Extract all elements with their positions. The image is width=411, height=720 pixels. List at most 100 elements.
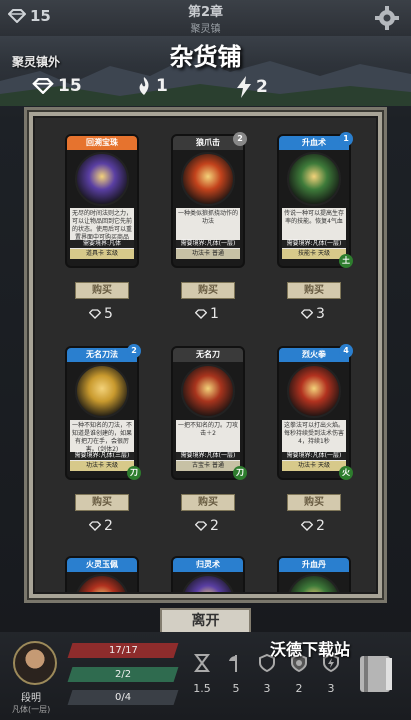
card-type-tag: 道具卡 玄级: [70, 249, 134, 259]
shop-card[interactable]: 烈火拳 这拳法可以打出火焰。每秒持续受到法术伤害4，持续1秒 需要境界:凡体(一层)…: [277, 346, 351, 480]
card-element-badge: 刀: [127, 466, 141, 480]
mp-bar: 2/2: [67, 667, 179, 682]
card-cost-badge: 2: [127, 344, 141, 358]
card-cost-badge: 1: [339, 132, 353, 146]
shop-title: 杂货铺: [169, 43, 242, 71]
stat-attack: 5: [232, 682, 240, 695]
lightning-icon: [237, 76, 251, 98]
card-cost-badge: 2: [233, 132, 247, 146]
card-price: 1: [187, 306, 227, 322]
shop-card[interactable]: 回溯宝珠 无尽的时间法则之力，可以让物品回到它先前的状态。使用后可以重置界面中可购…: [65, 134, 139, 268]
card-price: 2: [293, 518, 333, 534]
card-requirement: 需要境界:凡体(一层): [176, 240, 240, 248]
card-type-tag: 古宝卡 普通: [176, 461, 240, 471]
card-element-badge: 刀: [233, 466, 247, 480]
player-name: 段明: [21, 693, 41, 704]
card-cost-badge: 4: [339, 344, 353, 358]
card-requirement: 需要境界:凡体(三层): [70, 452, 134, 460]
card-price: 3: [293, 306, 333, 322]
soul-count: 1: [156, 76, 168, 96]
card-art: [75, 574, 129, 592]
buy-button[interactable]: 购买: [75, 282, 129, 299]
gem-icon: [89, 309, 102, 319]
card-art: [287, 574, 341, 592]
price-value: 1: [210, 306, 219, 322]
gem-icon: [195, 521, 208, 531]
gem-icon: [301, 521, 314, 531]
card-requirement: 需要境界:凡体: [70, 240, 134, 248]
mp-value: 2/2: [114, 669, 132, 680]
price-value: 5: [104, 306, 113, 322]
stat-speed: 1.5: [193, 682, 211, 695]
price-value: 3: [316, 306, 325, 322]
card-element-badge: 火: [339, 466, 353, 480]
price-value: 2: [210, 518, 219, 534]
shop-card[interactable]: 无名刀法 一种不知名的刀法，不知道是谁创建的，如果有把刀在手，会很厉害。(剑体2)…: [65, 346, 139, 480]
card-type-tag: 技能卡 天级: [282, 249, 346, 259]
hourglass-icon: [194, 654, 210, 672]
card-requirement: 需要境界:凡体(一层): [282, 240, 346, 248]
card-art: [181, 364, 235, 418]
card-element-badge: 土: [339, 254, 353, 268]
soul-resource: 1: [136, 76, 168, 96]
soul-flame-icon: [139, 77, 149, 95]
game-screen: 15 第2章 聚灵镇 聚灵镇外 杂货铺 15 1 2 回溯宝珠 无尽的时间法则之力…: [0, 0, 411, 720]
exp-bar: 0/4: [67, 690, 179, 705]
card-type-tag: 功法卡 天级: [282, 461, 346, 471]
card-title: 无名刀: [173, 348, 243, 362]
hp-value: 17/17: [108, 645, 138, 656]
stat-defense: 3: [263, 682, 271, 695]
gem-resource-count: 15: [58, 76, 82, 96]
gem-icon: [89, 521, 102, 531]
card-art: [75, 364, 129, 418]
card-art: [75, 152, 129, 206]
card-requirement: 需要境界:凡体(一层): [282, 452, 346, 460]
card-type-tag: 功法卡 普通: [176, 249, 240, 259]
card-title: 火灵玉佩: [67, 558, 137, 572]
player-rank: 凡体(一层): [12, 705, 51, 714]
buy-button[interactable]: 购买: [287, 282, 341, 299]
book-icon[interactable]: [356, 652, 396, 696]
price-value: 2: [104, 518, 113, 534]
leave-button[interactable]: 离开: [160, 608, 251, 634]
card-requirement: 需要境界:凡体(一层): [176, 452, 240, 460]
gem-icon: [195, 309, 208, 319]
buy-button[interactable]: 购买: [75, 494, 129, 511]
top-bar: 15 第2章 聚灵镇: [0, 0, 411, 36]
exp-value: 0/4: [114, 692, 132, 703]
buy-button[interactable]: 购买: [181, 282, 235, 299]
buy-button[interactable]: 购买: [287, 494, 341, 511]
card-title: 归灵术: [173, 558, 243, 572]
stat-armor: 2: [295, 682, 303, 695]
hp-bar: 17/17: [67, 643, 179, 658]
gear-icon[interactable]: [375, 6, 399, 30]
price-value: 2: [316, 518, 325, 534]
shop-card[interactable]: 归灵术: [171, 556, 245, 592]
card-price: 5: [81, 306, 121, 322]
shop-card[interactable]: 升血术 传说一种可以提高生存率的技能。恢复4气血 需要境界:凡体(一层) 技能卡 天级: [277, 134, 351, 268]
shop-card[interactable]: 狼爪击 一种类似狼抓挠动作的功法 需要境界:凡体(一层) 功法卡 普通: [171, 134, 245, 268]
axe-icon: [229, 655, 237, 672]
card-art: [181, 152, 235, 206]
card-art: [287, 364, 341, 418]
avatar[interactable]: [13, 641, 57, 685]
card-art: [181, 574, 235, 592]
chapter-title: 第2章: [187, 5, 224, 20]
card-art: [287, 152, 341, 206]
gem-icon: [301, 309, 314, 319]
location-name: 聚灵镇: [190, 24, 221, 35]
card-title: 升血丹: [279, 558, 349, 572]
shop-panel: 回溯宝珠 无尽的时间法则之力，可以让物品回到它先前的状态。使用后可以重置界面中可购…: [24, 107, 387, 603]
card-price: 2: [187, 518, 227, 534]
card-price: 2: [81, 518, 121, 534]
gem-resource: 15: [32, 76, 82, 96]
energy-count: 2: [256, 77, 268, 97]
energy-resource: 2: [236, 76, 268, 98]
buy-button[interactable]: 购买: [181, 494, 235, 511]
shop-card[interactable]: 火灵玉佩: [65, 556, 139, 592]
shop-card[interactable]: 升血丹: [277, 556, 351, 592]
watermark: 沃德下载站: [270, 640, 351, 659]
shop-card[interactable]: 无名刀 一把不知名的刀。刀攻击＋2 需要境界:凡体(一层) 古宝卡 普通: [171, 346, 245, 480]
gem-icon: [32, 78, 54, 94]
card-grid[interactable]: 回溯宝珠 无尽的时间法则之力，可以让物品回到它先前的状态。使用后可以重置界面中可购…: [33, 116, 378, 594]
